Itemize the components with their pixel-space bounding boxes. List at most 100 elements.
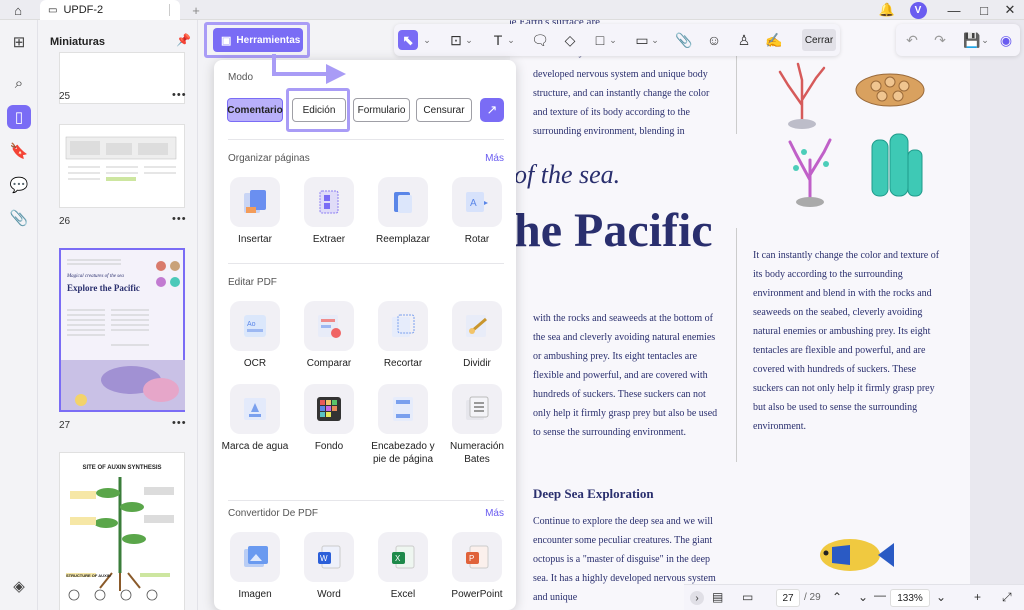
redo-icon[interactable]: ↷ <box>930 30 950 50</box>
new-tab-icon[interactable]: + <box>188 0 204 20</box>
more-icon[interactable]: ••• <box>172 213 187 225</box>
image-glyph <box>244 546 268 567</box>
zoom-out-icon[interactable]: — <box>874 588 886 602</box>
stamp-icon[interactable]: ♙ <box>734 30 754 50</box>
layers-icon[interactable]: ◈ <box>7 574 31 598</box>
thumbnail-page-27[interactable]: Magical creatures of the sea Explore the… <box>59 248 185 412</box>
image-convert-icon[interactable] <box>230 532 280 582</box>
converter-section-title: Convertidor De PDF <box>228 508 319 519</box>
shape-icon[interactable]: □ <box>590 30 610 50</box>
organize-more-link[interactable]: Más <box>485 153 504 164</box>
bates-glyph <box>466 396 489 420</box>
svg-text:A: A <box>470 198 477 209</box>
doc-paragraph-1: developed nervous system and unique body… <box>533 69 710 137</box>
more-icon[interactable]: ••• <box>172 417 187 429</box>
split-icon[interactable] <box>452 301 502 351</box>
crop-label: Recortar <box>383 358 423 369</box>
replace-label: Reemplazar <box>376 234 430 245</box>
chevron-down-icon[interactable]: ⌄ <box>464 30 474 50</box>
sticker-icon[interactable]: ☺ <box>704 30 724 50</box>
select-tool-icon[interactable]: ⬉ <box>398 30 418 50</box>
zoom-level[interactable]: 133% <box>890 589 930 607</box>
presentation-icon[interactable]: ▭ <box>742 590 753 604</box>
mode-form-button[interactable]: Formulario <box>353 98 410 122</box>
background-icon[interactable] <box>304 384 354 434</box>
document-tab[interactable]: ▭ UPDF-2 <box>40 0 180 20</box>
attachment-icon[interactable]: 📎 <box>7 206 31 230</box>
tools-button[interactable]: ▣ Herramientas <box>213 28 303 52</box>
page-layout-icon[interactable]: ▤ <box>712 590 723 604</box>
zoom-dropdown-icon[interactable]: ⌄ <box>936 590 946 604</box>
rotate-icon[interactable]: A <box>452 177 502 227</box>
compare-icon[interactable] <box>304 301 354 351</box>
attach-tool-icon[interactable]: 📎 <box>674 30 694 50</box>
document-tab-label: UPDF-2 <box>63 4 104 16</box>
chevron-down-icon[interactable]: ⌄ <box>608 30 618 50</box>
signature-icon[interactable]: ✍ <box>764 30 784 50</box>
pin-icon[interactable]: 📌 <box>176 33 191 47</box>
edit-section-title: Editar PDF <box>228 277 277 288</box>
replace-icon[interactable] <box>378 177 428 227</box>
column-divider <box>736 228 737 462</box>
converter-more-link[interactable]: Más <box>485 508 504 519</box>
text-box-icon[interactable]: ⊡ <box>446 30 466 50</box>
header-footer-icon[interactable] <box>378 384 428 434</box>
word-convert-icon[interactable]: W <box>304 532 354 582</box>
prev-page-icon[interactable]: ⌃ <box>832 590 842 604</box>
thumbnail-page-26[interactable] <box>59 124 185 208</box>
maximize-icon[interactable]: □ <box>976 0 992 20</box>
history-toolbar: ↶ ↷ 💾 ⌄ ◉ <box>896 24 1020 56</box>
mode-comment-button[interactable]: Comentario <box>227 98 283 122</box>
extract-icon[interactable] <box>304 177 354 227</box>
zoom-in-icon[interactable]: + <box>974 590 981 604</box>
page-number: 27 <box>59 420 71 431</box>
thumbnail-subheading: STRUCTURE OF AUXIN <box>66 573 111 578</box>
next-page-icon[interactable]: ⌄ <box>858 590 868 604</box>
home-icon[interactable]: ⌂ <box>8 0 28 20</box>
thumbnail-page-28[interactable]: SITE OF AUXIN SYNTHESIS STRUCTURE OF AUX… <box>59 452 185 610</box>
undo-icon[interactable]: ↶ <box>902 30 922 50</box>
comment-icon[interactable]: 💬 <box>7 173 31 197</box>
watermark-icon[interactable] <box>230 384 280 434</box>
fit-page-icon[interactable]: ⤢ <box>1002 590 1012 605</box>
svg-text:P: P <box>469 554 474 563</box>
search-icon[interactable]: ⌕ <box>7 71 31 95</box>
grid-icon[interactable]: ⊞ <box>7 30 31 54</box>
text-icon[interactable]: T <box>488 30 508 50</box>
header-footer-label: Encabezado y pie de página <box>371 441 435 465</box>
chevron-down-icon[interactable]: ⌄ <box>650 30 660 50</box>
eraser-icon[interactable]: ◇ <box>560 30 580 50</box>
chevron-down-icon[interactable]: ⌄ <box>422 30 432 50</box>
thumbnails-icon[interactable]: ▯ <box>7 105 31 129</box>
minimize-icon[interactable]: — <box>946 0 962 20</box>
expand-icon[interactable]: › <box>690 591 704 605</box>
chevron-down-icon[interactable]: ⌄ <box>506 30 516 50</box>
highlight-frame <box>286 88 350 132</box>
page-number-input[interactable]: 27 <box>776 589 800 607</box>
more-icon[interactable]: ••• <box>172 89 187 101</box>
rotate-label: Rotar <box>464 234 490 245</box>
ocr-icon[interactable]: Ao <box>230 301 280 351</box>
chevron-down-icon[interactable]: ⌄ <box>980 30 990 50</box>
powerpoint-convert-icon[interactable]: P <box>452 532 502 582</box>
measure-icon[interactable]: ▭ <box>632 30 652 50</box>
avatar[interactable]: V <box>908 0 928 20</box>
insert-icon[interactable] <box>230 177 280 227</box>
image-convert-label: Imagen <box>238 589 272 600</box>
mode-redact-button[interactable]: Censurar <box>416 98 472 122</box>
insert-label: Insertar <box>238 234 272 245</box>
excel-convert-icon[interactable]: X <box>378 532 428 582</box>
close-icon[interactable]: ✕ <box>1002 0 1018 20</box>
thumbnail-page-25[interactable] <box>59 52 185 104</box>
page-number: 26 <box>59 216 71 227</box>
bookmark-icon[interactable]: 🔖 <box>7 139 31 163</box>
ai-assistant-icon[interactable]: ◉ <box>996 30 1016 50</box>
bell-icon[interactable]: 🔔 <box>878 0 896 20</box>
bates-icon[interactable] <box>452 384 502 434</box>
open-external-icon[interactable]: ↗ <box>480 98 504 122</box>
crop-icon[interactable] <box>378 301 428 351</box>
comment-tool-icon[interactable]: 🗨 <box>530 30 550 50</box>
close-button[interactable]: Cerrar <box>802 29 836 51</box>
save-icon[interactable]: 💾 <box>962 30 982 50</box>
document-canvas[interactable]: the Earth's surface are seabed is like a… <box>510 20 970 610</box>
